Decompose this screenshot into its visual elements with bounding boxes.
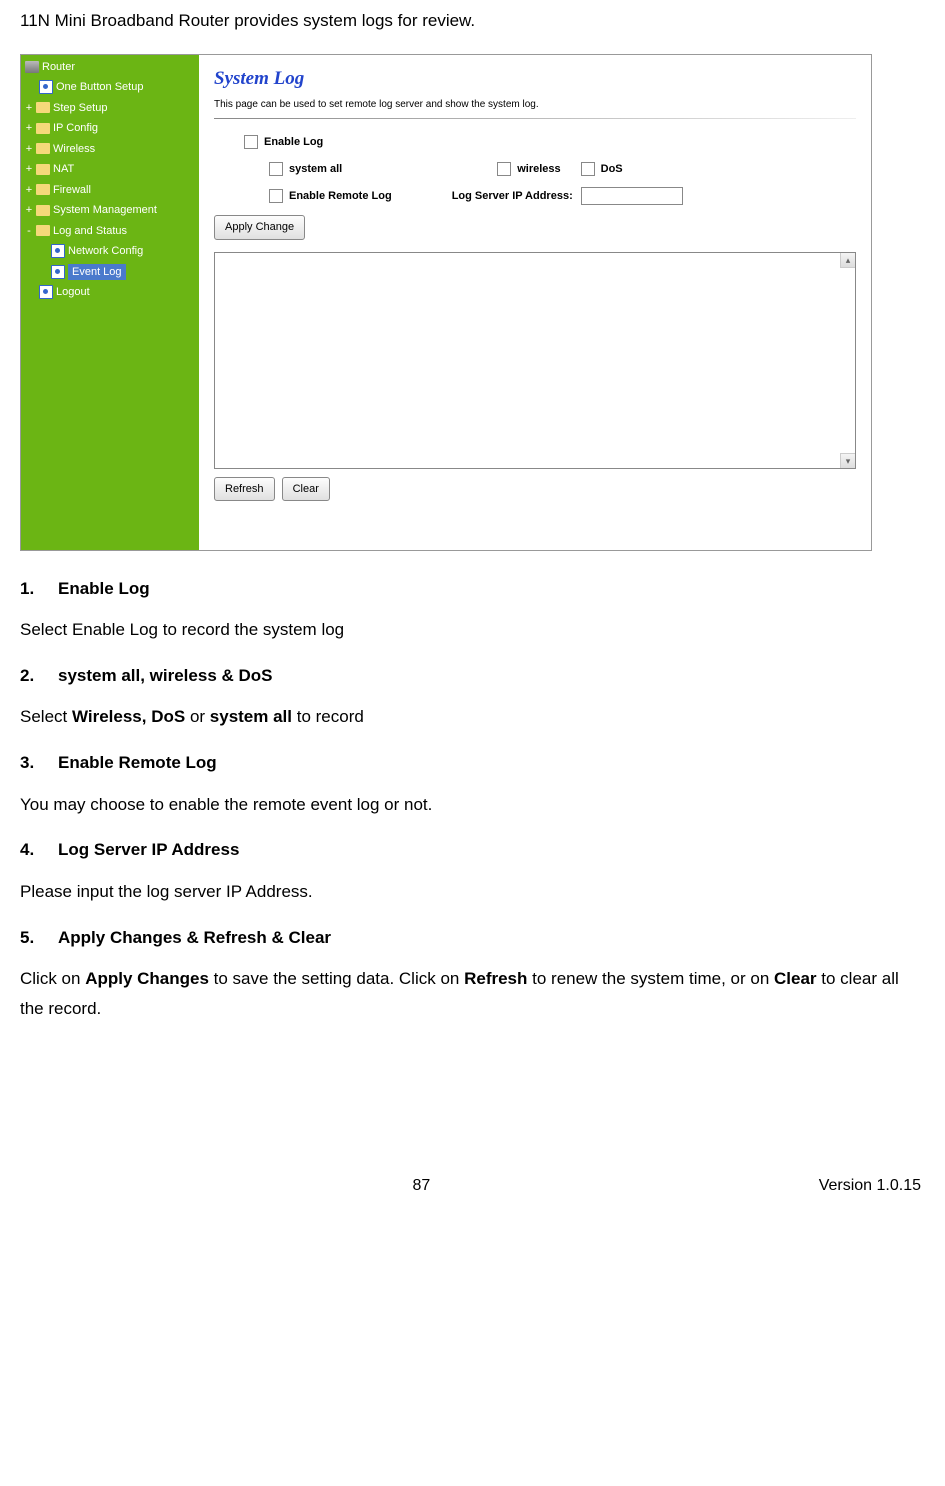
enable-log-label: Enable Log (264, 134, 323, 151)
enable-remote-label: Enable Remote Log (289, 188, 392, 205)
folder-icon (36, 225, 50, 236)
section-4-body: Please input the log server IP Address. (20, 877, 925, 907)
version-label: Version 1.0.15 (819, 1174, 921, 1198)
nav-item[interactable]: - Log and Status (21, 221, 199, 242)
expand-icon[interactable]: + (25, 202, 33, 219)
log-options-row: system all wireless DoS (269, 161, 856, 178)
folder-icon (36, 205, 50, 216)
nav-tree: Router One Button Setup + Step Setup + I… (21, 55, 199, 550)
expand-icon[interactable]: + (25, 120, 33, 137)
nav-item[interactable]: One Button Setup (21, 77, 199, 98)
nav-label: IP Config (53, 120, 98, 137)
nav-item[interactable]: Network Config (21, 241, 199, 262)
enable-remote-checkbox[interactable] (269, 189, 283, 203)
nav-label: Log and Status (53, 223, 127, 240)
nav-item[interactable]: + Step Setup (21, 98, 199, 119)
nav-item[interactable]: + NAT (21, 159, 199, 180)
nav-label: Network Config (68, 243, 143, 260)
remote-log-row: Enable Remote Log Log Server IP Address: (269, 187, 856, 205)
content-panel: System Log This page can be used to set … (199, 55, 871, 550)
log-textarea[interactable]: ▴ ▾ (214, 252, 856, 469)
section-1-body: Select Enable Log to record the system l… (20, 615, 925, 645)
page-description: This page can be used to set remote log … (214, 97, 856, 112)
expand-icon[interactable]: + (25, 161, 33, 178)
header-text: 11N Mini Broadband Router provides syste… (20, 8, 925, 34)
section-3-heading: 3.Enable Remote Log (20, 750, 925, 776)
system-all-label: system all (289, 161, 342, 178)
section-2-body: Select Wireless, DoS or system all to re… (20, 702, 925, 732)
folder-icon (36, 143, 50, 154)
nav-item[interactable]: + System Management (21, 200, 199, 221)
enable-log-row: Enable Log (244, 134, 856, 151)
section-5-heading: 5.Apply Changes & Refresh & Clear (20, 925, 925, 951)
divider (214, 118, 856, 119)
section-3-body: You may choose to enable the remote even… (20, 790, 925, 820)
clear-button[interactable]: Clear (282, 477, 330, 502)
log-server-label: Log Server IP Address: (452, 188, 573, 205)
page-number: 87 (24, 1174, 819, 1198)
page-icon (51, 244, 65, 258)
enable-log-checkbox[interactable] (244, 135, 258, 149)
nav-label: One Button Setup (56, 79, 143, 96)
nav-label: Event Log (68, 264, 126, 281)
nav-item[interactable]: + Firewall (21, 180, 199, 201)
section-5-body: Click on Apply Changes to save the setti… (20, 964, 925, 1024)
nav-item[interactable]: + Wireless (21, 139, 199, 160)
section-2-heading: 2.system all, wireless & DoS (20, 663, 925, 689)
nav-label: Step Setup (53, 100, 107, 117)
expand-icon[interactable]: + (25, 141, 33, 158)
nav-label: NAT (53, 161, 74, 178)
expand-icon[interactable]: + (25, 182, 33, 199)
log-server-ip-input[interactable] (581, 187, 683, 205)
nav-item-selected[interactable]: Event Log (21, 262, 199, 283)
section-1-heading: 1.Enable Log (20, 576, 925, 602)
scroll-down-icon[interactable]: ▾ (840, 453, 855, 468)
nav-item[interactable]: + IP Config (21, 118, 199, 139)
page-icon (39, 80, 53, 94)
dos-label: DoS (601, 161, 623, 178)
folder-icon (36, 102, 50, 113)
nav-label: Logout (56, 284, 90, 301)
router-admin-screenshot: Router One Button Setup + Step Setup + I… (20, 54, 872, 551)
expand-icon[interactable]: + (25, 100, 33, 117)
folder-icon (36, 164, 50, 175)
page-footer: 87 Version 1.0.15 (20, 1174, 925, 1198)
folder-icon (36, 184, 50, 195)
nav-root-label: Router (42, 59, 75, 76)
page-title: System Log (214, 65, 856, 94)
scroll-up-icon[interactable]: ▴ (840, 253, 855, 268)
system-all-checkbox[interactable] (269, 162, 283, 176)
router-icon (25, 61, 39, 73)
nav-label: Firewall (53, 182, 91, 199)
apply-change-button[interactable]: Apply Change (214, 215, 305, 240)
wireless-checkbox[interactable] (497, 162, 511, 176)
nav-root[interactable]: Router (21, 57, 199, 78)
collapse-icon[interactable]: - (25, 223, 33, 240)
page-icon (39, 285, 53, 299)
dos-checkbox[interactable] (581, 162, 595, 176)
wireless-label: wireless (517, 161, 560, 178)
nav-item[interactable]: Logout (21, 282, 199, 303)
nav-label: Wireless (53, 141, 95, 158)
page-icon (51, 265, 65, 279)
nav-label: System Management (53, 202, 157, 219)
folder-icon (36, 123, 50, 134)
refresh-button[interactable]: Refresh (214, 477, 275, 502)
section-4-heading: 4.Log Server IP Address (20, 837, 925, 863)
